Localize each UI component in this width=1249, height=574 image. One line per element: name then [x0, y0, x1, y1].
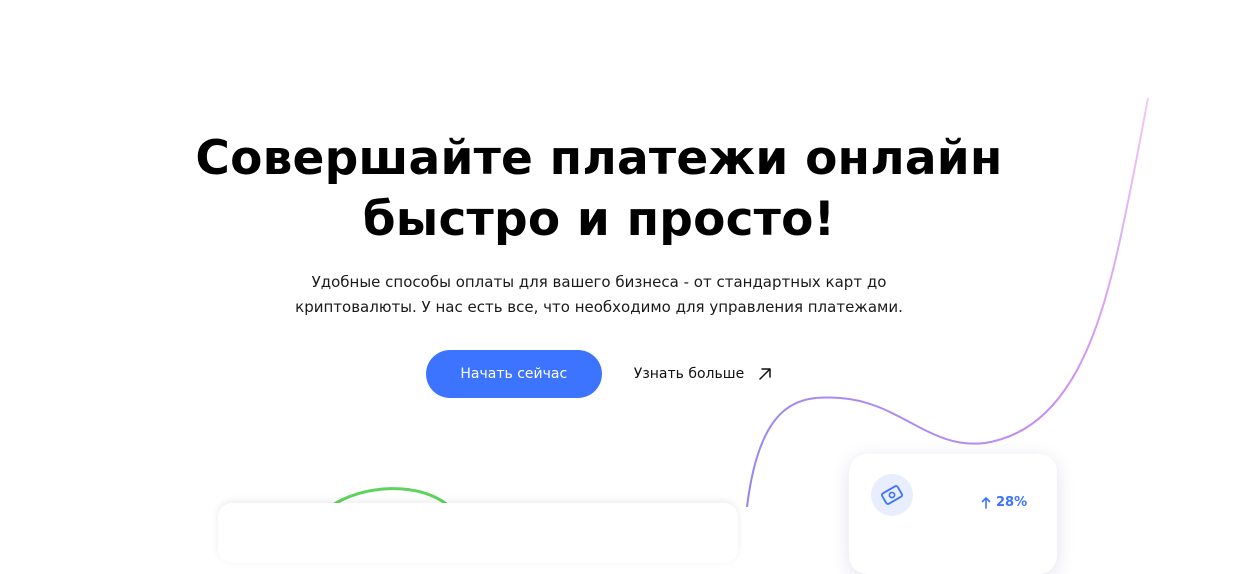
arrow-up-right-icon — [759, 368, 771, 380]
start-now-button[interactable]: Начать сейчас — [425, 350, 602, 398]
growth-indicator: 28% — [981, 495, 1027, 510]
hero-subtitle-line-1: Удобные способы оплаты для вашего бизнес… — [311, 273, 887, 291]
hero-title: Совершайте платежи онлайн быстро и прост… — [0, 128, 1198, 250]
stat-card: 28% — [849, 454, 1057, 574]
learn-more-label: Узнать больше — [633, 366, 745, 382]
hero-title-line-1: Совершайте платежи онлайн — [195, 131, 1003, 186]
bottom-left-card — [218, 503, 738, 563]
learn-more-link[interactable]: Узнать больше — [634, 366, 772, 382]
hero-title-line-2: быстро и просто! — [362, 192, 836, 247]
growth-value: 28% — [996, 495, 1028, 510]
hero-subtitle: Удобные способы оплаты для вашего бизнес… — [269, 270, 929, 320]
hero-section: Совершайте платежи онлайн быстро и прост… — [0, 128, 1198, 398]
hero-subtitle-line-2: криптовалюты. У нас есть все, что необхо… — [295, 298, 903, 316]
hero-actions: Начать сейчас Узнать больше — [0, 350, 1198, 398]
payment-card-icon — [871, 474, 913, 516]
